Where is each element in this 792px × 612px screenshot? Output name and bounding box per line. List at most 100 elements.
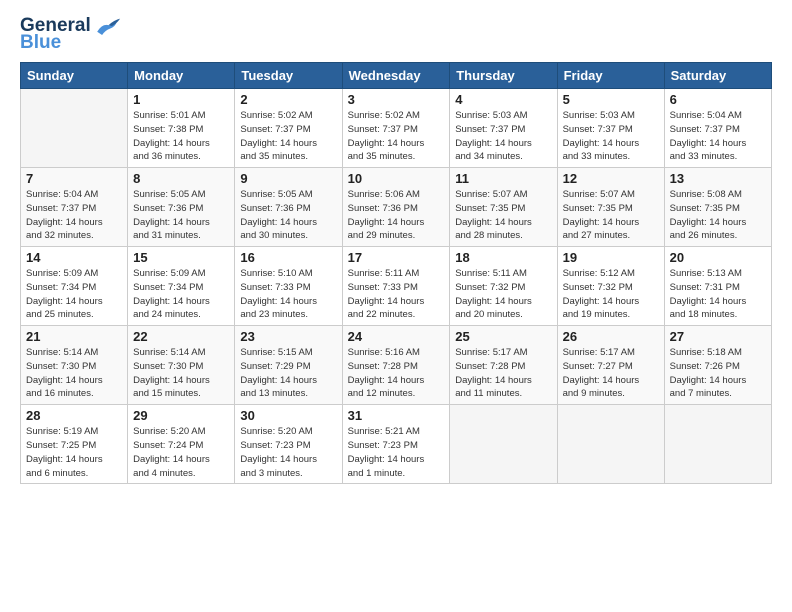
day-number: 11 [455, 171, 551, 186]
day-info: Sunrise: 5:03 AM Sunset: 7:37 PM Dayligh… [563, 109, 659, 164]
weekday-thursday: Thursday [450, 63, 557, 89]
weekday-saturday: Saturday [664, 63, 771, 89]
day-cell: 24 Sunrise: 5:16 AM Sunset: 7:28 PM Dayli… [342, 326, 450, 405]
day-info: Sunrise: 5:09 AM Sunset: 7:34 PM Dayligh… [26, 267, 122, 322]
day-number: 26 [563, 329, 659, 344]
day-number: 1 [133, 92, 229, 107]
day-number: 2 [240, 92, 336, 107]
day-cell: 13 Sunrise: 5:08 AM Sunset: 7:35 PM Dayli… [664, 168, 771, 247]
day-number: 6 [670, 92, 766, 107]
weekday-tuesday: Tuesday [235, 63, 342, 89]
logo: General Blue [20, 16, 121, 52]
day-cell: 6Sunrise: 5:04 AM Sunset: 7:37 PM Daylig… [664, 89, 771, 168]
day-number: 13 [670, 171, 766, 186]
day-info: Sunrise: 5:15 AM Sunset: 7:29 PM Dayligh… [240, 346, 336, 401]
day-number: 22 [133, 329, 229, 344]
day-info: Sunrise: 5:01 AM Sunset: 7:38 PM Dayligh… [133, 109, 229, 164]
day-info: Sunrise: 5:21 AM Sunset: 7:23 PM Dayligh… [348, 425, 445, 480]
day-cell: 19Sunrise: 5:12 AM Sunset: 7:32 PM Dayli… [557, 247, 664, 326]
day-number: 21 [26, 329, 122, 344]
day-number: 5 [563, 92, 659, 107]
day-cell: 29 Sunrise: 5:20 AM Sunset: 7:24 PM Dayli… [128, 405, 235, 484]
day-info: Sunrise: 5:17 AM Sunset: 7:27 PM Dayligh… [563, 346, 659, 401]
day-cell: 1 Sunrise: 5:01 AM Sunset: 7:38 PM Daylig… [128, 89, 235, 168]
page: General Blue SundayMondayTuesdayWednesda… [0, 0, 792, 612]
day-info: Sunrise: 5:13 AM Sunset: 7:31 PM Dayligh… [670, 267, 766, 322]
day-cell: 11 Sunrise: 5:07 AM Sunset: 7:35 PM Dayli… [450, 168, 557, 247]
day-number: 9 [240, 171, 336, 186]
day-cell: 16 Sunrise: 5:10 AM Sunset: 7:33 PM Dayli… [235, 247, 342, 326]
day-cell: 27 Sunrise: 5:18 AM Sunset: 7:26 PM Dayli… [664, 326, 771, 405]
weekday-friday: Friday [557, 63, 664, 89]
header: General Blue [20, 16, 772, 52]
week-row-3: 14 Sunrise: 5:09 AM Sunset: 7:34 PM Dayli… [21, 247, 772, 326]
day-info: Sunrise: 5:20 AM Sunset: 7:24 PM Dayligh… [133, 425, 229, 480]
day-number: 29 [133, 408, 229, 423]
day-cell: 7 Sunrise: 5:04 AM Sunset: 7:37 PM Daylig… [21, 168, 128, 247]
day-number: 20 [670, 250, 766, 265]
day-number: 23 [240, 329, 336, 344]
day-info: Sunrise: 5:04 AM Sunset: 7:37 PM Dayligh… [26, 188, 122, 243]
day-number: 7 [26, 171, 122, 186]
day-cell [21, 89, 128, 168]
day-info: Sunrise: 5:18 AM Sunset: 7:26 PM Dayligh… [670, 346, 766, 401]
day-info: Sunrise: 5:11 AM Sunset: 7:33 PM Dayligh… [348, 267, 445, 322]
day-number: 30 [240, 408, 336, 423]
calendar: SundayMondayTuesdayWednesdayThursdayFrid… [20, 62, 772, 484]
day-info: Sunrise: 5:09 AM Sunset: 7:34 PM Dayligh… [133, 267, 229, 322]
day-cell [450, 405, 557, 484]
day-cell: 18 Sunrise: 5:11 AM Sunset: 7:32 PM Dayli… [450, 247, 557, 326]
day-number: 17 [348, 250, 445, 265]
day-cell: 14 Sunrise: 5:09 AM Sunset: 7:34 PM Dayli… [21, 247, 128, 326]
day-info: Sunrise: 5:02 AM Sunset: 7:37 PM Dayligh… [240, 109, 336, 164]
day-info: Sunrise: 5:07 AM Sunset: 7:35 PM Dayligh… [563, 188, 659, 243]
day-number: 27 [670, 329, 766, 344]
day-number: 8 [133, 171, 229, 186]
day-info: Sunrise: 5:20 AM Sunset: 7:23 PM Dayligh… [240, 425, 336, 480]
day-info: Sunrise: 5:14 AM Sunset: 7:30 PM Dayligh… [26, 346, 122, 401]
weekday-monday: Monday [128, 63, 235, 89]
logo-blue: Blue [20, 33, 61, 52]
day-info: Sunrise: 5:10 AM Sunset: 7:33 PM Dayligh… [240, 267, 336, 322]
day-info: Sunrise: 5:07 AM Sunset: 7:35 PM Dayligh… [455, 188, 551, 243]
week-row-1: 1 Sunrise: 5:01 AM Sunset: 7:38 PM Daylig… [21, 89, 772, 168]
day-number: 18 [455, 250, 551, 265]
day-cell: 9Sunrise: 5:05 AM Sunset: 7:36 PM Daylig… [235, 168, 342, 247]
day-cell: 21 Sunrise: 5:14 AM Sunset: 7:30 PM Dayli… [21, 326, 128, 405]
day-cell: 3Sunrise: 5:02 AM Sunset: 7:37 PM Daylig… [342, 89, 450, 168]
day-info: Sunrise: 5:11 AM Sunset: 7:32 PM Dayligh… [455, 267, 551, 322]
day-cell [664, 405, 771, 484]
day-info: Sunrise: 5:06 AM Sunset: 7:36 PM Dayligh… [348, 188, 445, 243]
week-row-4: 21 Sunrise: 5:14 AM Sunset: 7:30 PM Dayli… [21, 326, 772, 405]
day-info: Sunrise: 5:12 AM Sunset: 7:32 PM Dayligh… [563, 267, 659, 322]
day-info: Sunrise: 5:08 AM Sunset: 7:35 PM Dayligh… [670, 188, 766, 243]
weekday-sunday: Sunday [21, 63, 128, 89]
day-cell: 26 Sunrise: 5:17 AM Sunset: 7:27 PM Dayli… [557, 326, 664, 405]
day-cell: 31 Sunrise: 5:21 AM Sunset: 7:23 PM Dayli… [342, 405, 450, 484]
day-cell: 10 Sunrise: 5:06 AM Sunset: 7:36 PM Dayli… [342, 168, 450, 247]
day-cell: 5 Sunrise: 5:03 AM Sunset: 7:37 PM Daylig… [557, 89, 664, 168]
day-info: Sunrise: 5:03 AM Sunset: 7:37 PM Dayligh… [455, 109, 551, 164]
day-cell: 4 Sunrise: 5:03 AM Sunset: 7:37 PM Daylig… [450, 89, 557, 168]
day-cell: 17 Sunrise: 5:11 AM Sunset: 7:33 PM Dayli… [342, 247, 450, 326]
day-number: 24 [348, 329, 445, 344]
logo-bird-icon [93, 17, 121, 35]
day-cell: 30 Sunrise: 5:20 AM Sunset: 7:23 PM Dayli… [235, 405, 342, 484]
week-row-2: 7 Sunrise: 5:04 AM Sunset: 7:37 PM Daylig… [21, 168, 772, 247]
day-number: 16 [240, 250, 336, 265]
day-info: Sunrise: 5:16 AM Sunset: 7:28 PM Dayligh… [348, 346, 445, 401]
day-cell: 25Sunrise: 5:17 AM Sunset: 7:28 PM Dayli… [450, 326, 557, 405]
day-number: 10 [348, 171, 445, 186]
day-number: 12 [563, 171, 659, 186]
day-cell: 8 Sunrise: 5:05 AM Sunset: 7:36 PM Daylig… [128, 168, 235, 247]
day-info: Sunrise: 5:05 AM Sunset: 7:36 PM Dayligh… [133, 188, 229, 243]
weekday-wednesday: Wednesday [342, 63, 450, 89]
day-number: 14 [26, 250, 122, 265]
day-number: 3 [348, 92, 445, 107]
day-info: Sunrise: 5:17 AM Sunset: 7:28 PM Dayligh… [455, 346, 551, 401]
day-number: 31 [348, 408, 445, 423]
day-number: 4 [455, 92, 551, 107]
day-cell: 2 Sunrise: 5:02 AM Sunset: 7:37 PM Daylig… [235, 89, 342, 168]
weekday-header-row: SundayMondayTuesdayWednesdayThursdayFrid… [21, 63, 772, 89]
day-cell: 20 Sunrise: 5:13 AM Sunset: 7:31 PM Dayli… [664, 247, 771, 326]
